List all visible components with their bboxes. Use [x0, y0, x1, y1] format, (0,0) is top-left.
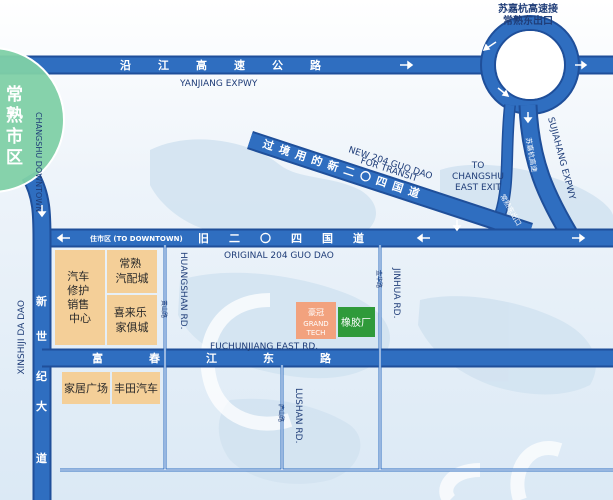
location-map: 常 熟 市 区 CHANGSHU DOWNTOWN 苏嘉杭高速接 常熟东出口 沿… [0, 0, 613, 500]
home-plaza-label: 家居广场 [64, 381, 108, 395]
huangshan-label-cn: 黄山路 [160, 300, 168, 318]
grand-tech-label-cn: 豪冠 [308, 307, 324, 317]
yanjiang-expwy-label-en: YANJIANG EXPWY [179, 79, 258, 89]
furniture-city-block [107, 295, 157, 345]
rubber-factory-label: 橡胶厂 [341, 316, 371, 329]
district-name-cn-1: 常 [6, 84, 23, 105]
yanjiang-expwy-label-cn: 沿江高速公路 [120, 58, 348, 72]
huangshan-label-en: HUANGSHAN RD. [178, 252, 188, 330]
lushan-label-en: LUSHAN RD. [293, 388, 303, 443]
to-exit-line3: EAST EXIT [455, 183, 501, 193]
lushan-label-cn: 庐山路 [277, 404, 285, 422]
to-downtown-label: 住市区 (TO DOWNTOWN) [90, 234, 183, 243]
grand-tech-label-en-2: TECH [306, 329, 326, 337]
toyota-label: 丰田汽车 [114, 381, 158, 395]
exit-title-line2: 常熟东出口 [503, 14, 553, 27]
district-name-en: CHANGSHU DOWNTOWN [34, 112, 43, 212]
exit-title-line1: 苏嘉杭高速接 [498, 2, 558, 15]
original-204-label-en: ORIGINAL 204 GUO DAO [224, 251, 334, 261]
to-exit-line1: TO [471, 161, 485, 171]
grand-tech-label-en-1: GRAND [303, 320, 328, 328]
xinshiji-label-en: XINSHIJI DA DAO [17, 300, 27, 375]
fuchunjiang-label-cn: 富春江东路 [92, 351, 377, 365]
fuchunjiang-label-en: FUCHUNJIANG EAST RD. [210, 342, 318, 352]
to-exit-line2: CHANGSHU [452, 172, 504, 182]
jinhua-label-en: JINHUA RD. [391, 267, 401, 318]
original-204-label-cn: 旧二〇四国道 [198, 231, 384, 245]
jinhua-label-cn: 金华路 [375, 270, 383, 288]
